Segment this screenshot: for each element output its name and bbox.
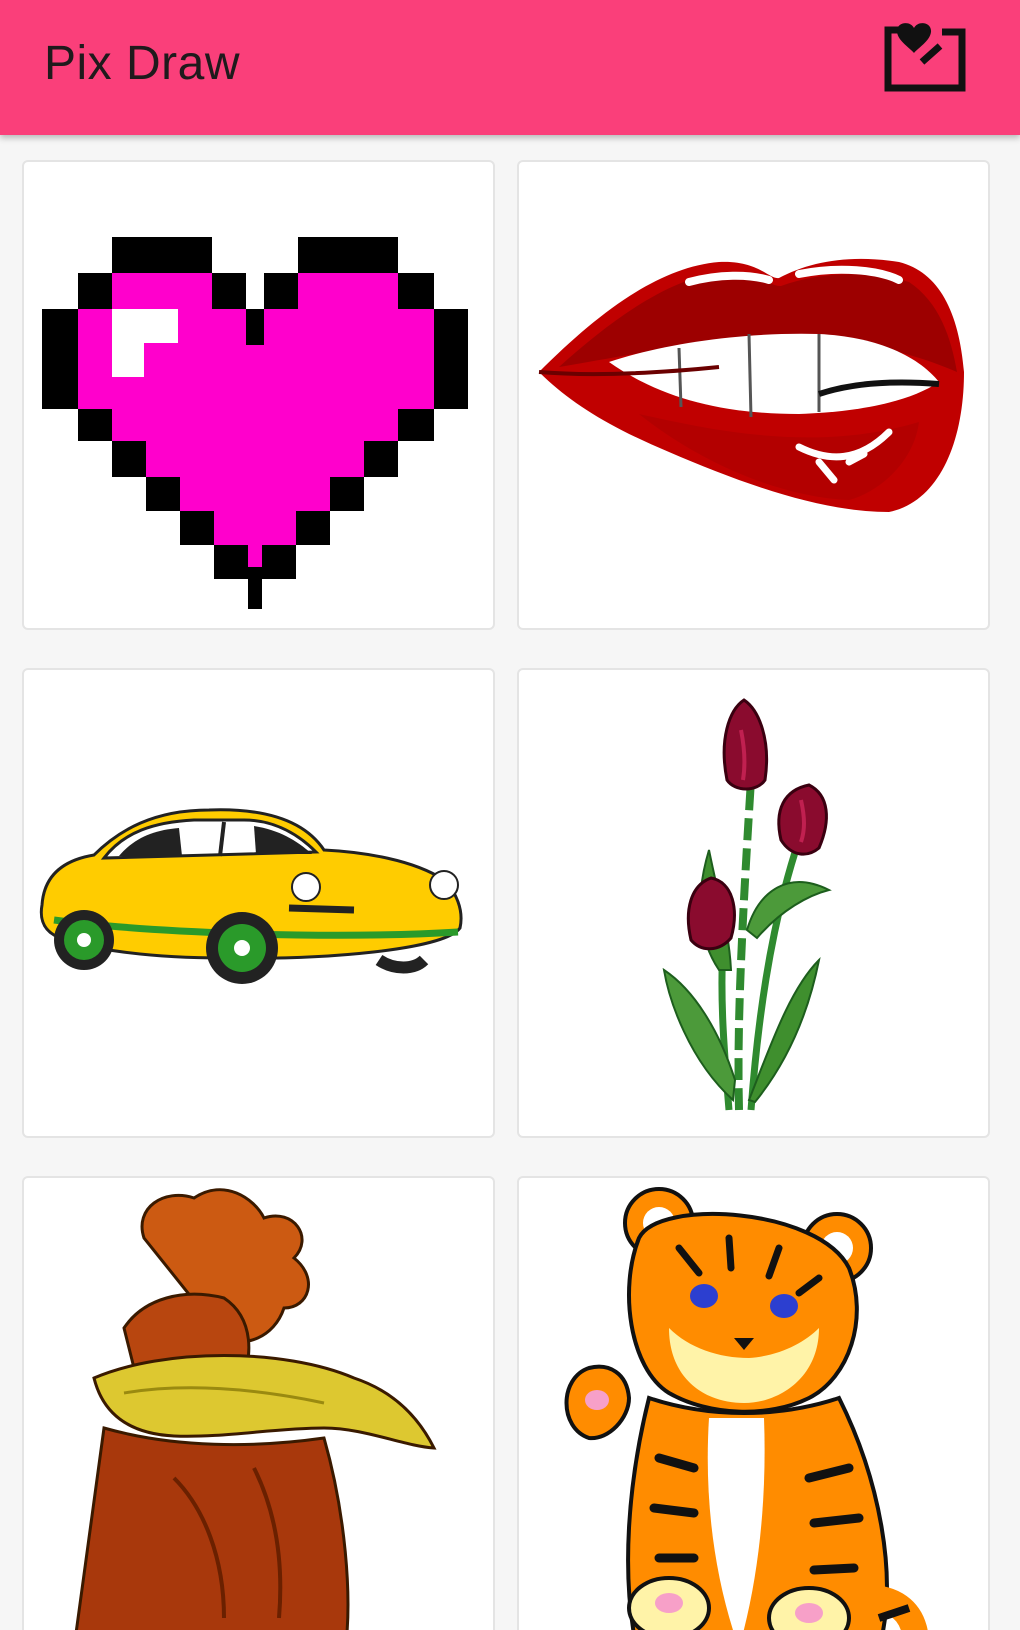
gallery-card-lips[interactable] bbox=[517, 160, 990, 630]
heart-import-icon bbox=[884, 23, 966, 92]
gallery-card-heart[interactable] bbox=[22, 160, 495, 630]
app-bar: Pix Draw bbox=[0, 0, 1020, 135]
drawing-gallery bbox=[0, 135, 1020, 1630]
yellow-car-image bbox=[39, 808, 463, 984]
tulips-image bbox=[662, 698, 832, 1111]
rooster-image bbox=[75, 1188, 437, 1630]
tiger-cub-image bbox=[564, 1187, 928, 1630]
gallery-card-tiger[interactable] bbox=[517, 1176, 990, 1630]
favorites-button[interactable] bbox=[880, 22, 970, 96]
gallery-card-car[interactable] bbox=[22, 668, 495, 1138]
gallery-card-rooster[interactable] bbox=[22, 1176, 495, 1630]
gallery-card-tulips[interactable] bbox=[517, 668, 990, 1138]
app-title: Pix Draw bbox=[44, 37, 241, 90]
app-window: Pix Draw bbox=[0, 0, 1020, 1630]
lips-image bbox=[538, 258, 964, 512]
pixel-heart-image bbox=[42, 237, 468, 609]
